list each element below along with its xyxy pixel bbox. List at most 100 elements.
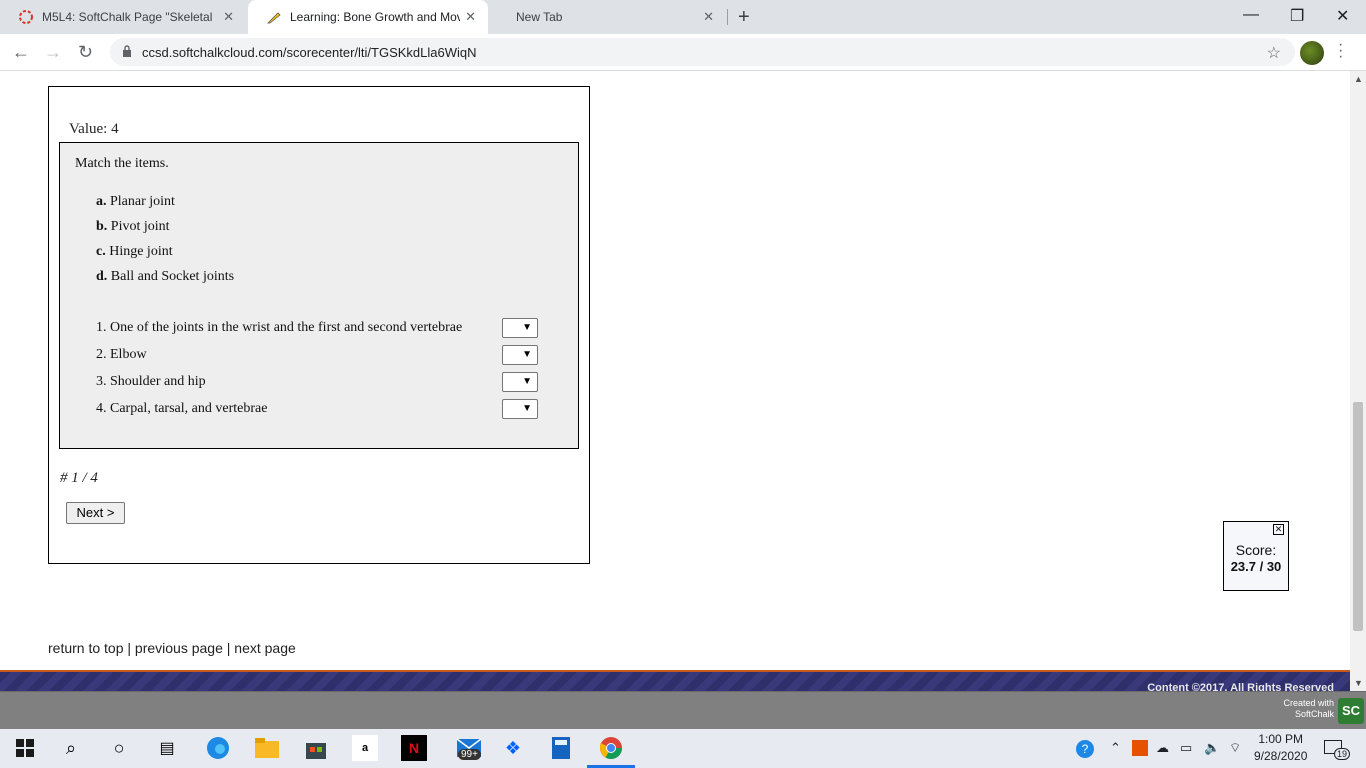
lock-icon (123, 45, 131, 57)
windows-taskbar: ⌕ ○ ▤ a N 99+ ❖ ? ⌃ ☁ ▭ 🔈 ⌔ 1:00 PM 9/28… (0, 729, 1366, 768)
match-label: 1. One of the joints in the wrist and th… (96, 320, 463, 335)
store-icon[interactable] (303, 735, 329, 761)
close-tab-icon[interactable]: ✕ (703, 9, 714, 25)
match-select[interactable]: ▼ (502, 399, 538, 419)
page-content: Value: 4 Match the items. a. Planar join… (0, 71, 1350, 691)
notification-icon[interactable]: 19 (1324, 740, 1351, 760)
choice-text: Ball and Socket joints (110, 269, 235, 284)
window-close-icon[interactable]: ✕ (1336, 6, 1349, 26)
chrome-icon[interactable] (598, 735, 624, 761)
match-row: 2. Elbow ▼ (96, 345, 540, 365)
chevron-up-icon[interactable]: ⌃ (1110, 740, 1121, 756)
match-label: 2. Elbow (96, 347, 147, 362)
scroll-up-icon[interactable]: ▲ (1354, 74, 1363, 84)
windows-start-icon[interactable] (12, 735, 38, 761)
chevron-down-icon: ▼ (522, 376, 532, 387)
scroll-down-icon[interactable]: ▼ (1354, 678, 1363, 688)
amazon-icon[interactable]: a (352, 735, 378, 761)
return-to-top-link[interactable]: return to top (48, 640, 124, 656)
close-tab-icon[interactable]: ✕ (465, 9, 476, 25)
app-tray-icon[interactable] (1132, 740, 1148, 759)
copyright-text: Content ©2017. All Rights Reserved (1147, 682, 1334, 691)
match-row: 4. Carpal, tarsal, and vertebrae ▼ (96, 399, 540, 419)
match-select[interactable]: ▼ (502, 345, 538, 365)
task-view-icon[interactable]: ▤ (154, 735, 180, 761)
choice-letter: c. (96, 244, 106, 259)
footer-band: Content ©2017. All Rights Reserved (0, 670, 1350, 691)
reload-icon[interactable]: ↻ (78, 42, 93, 63)
new-tab-icon[interactable]: + (738, 6, 750, 28)
clock-time: 1:00 PM (1258, 732, 1304, 746)
url-text: ccsd.softchalkcloud.com/scorecenter/lti/… (142, 45, 477, 60)
question-counter: # 1 / 4 (60, 470, 98, 486)
question-instruction: Match the items. (75, 156, 169, 171)
cortana-icon[interactable]: ○ (106, 735, 132, 761)
tab-title: M5L4: SoftChalk Page "Skeletal S (42, 10, 212, 24)
created-with-text: Created with SoftChalk (1283, 698, 1334, 720)
match-label: 4. Carpal, tarsal, and vertebrae (96, 401, 268, 416)
calculator-icon[interactable] (548, 735, 574, 761)
quiz-frame: Value: 4 Match the items. a. Planar join… (48, 86, 590, 564)
tab-new[interactable]: New Tab ✕ (488, 0, 726, 34)
footer-nav: return to top | previous page | next pag… (48, 640, 296, 656)
back-icon[interactable]: ← (12, 42, 30, 63)
close-tab-icon[interactable]: ✕ (223, 9, 234, 25)
previous-page-link[interactable]: previous page (135, 640, 223, 656)
softchalk-footer-bar: Created with SoftChalk SC (0, 691, 1366, 729)
choice-item: c. Hinge joint (96, 244, 173, 260)
choice-item: a. Planar joint (96, 194, 175, 210)
separator: | (127, 640, 132, 656)
forward-icon[interactable]: → (44, 42, 62, 63)
onedrive-icon[interactable]: ☁ (1156, 740, 1169, 756)
help-icon[interactable]: ? (1076, 740, 1094, 758)
tab-learning[interactable]: Learning: Bone Growth and Move ✕ (248, 0, 488, 34)
pencil-icon (267, 12, 281, 24)
chevron-down-icon: ▼ (522, 349, 532, 360)
clock-date: 9/28/2020 (1254, 749, 1308, 763)
choice-item: d. Ball and Socket joints (96, 269, 234, 285)
score-label: Score: (1235, 542, 1277, 558)
match-select[interactable]: ▼ (502, 318, 538, 338)
match-row: 1. One of the joints in the wrist and th… (96, 318, 540, 338)
tab-title: Learning: Bone Growth and Move (290, 10, 460, 24)
restore-icon[interactable]: ❐ (1290, 6, 1304, 26)
dropbox-icon[interactable]: ❖ (500, 735, 526, 761)
wifi-icon[interactable]: ⌔ (1229, 740, 1241, 756)
score-value: 23.7 / 30 (1230, 559, 1282, 574)
tab-softchalk[interactable]: M5L4: SoftChalk Page "Skeletal S ✕ (0, 0, 246, 34)
address-bar[interactable]: ccsd.softchalkcloud.com/scorecenter/lti/… (110, 38, 1295, 66)
minimize-icon[interactable]: — (1243, 6, 1259, 24)
battery-icon[interactable]: ▭ (1180, 740, 1192, 756)
page-scrollbar[interactable]: ▲ ▼ (1350, 71, 1366, 691)
system-clock[interactable]: 1:00 PM 9/28/2020 (1254, 731, 1307, 765)
match-label: 3. Shoulder and hip (96, 374, 206, 389)
edge-icon[interactable] (205, 735, 231, 761)
choice-text: Pivot joint (110, 219, 170, 234)
scroll-thumb[interactable] (1353, 402, 1363, 631)
choice-letter: d. (96, 269, 108, 284)
match-select[interactable]: ▼ (502, 372, 538, 392)
choice-text: Planar joint (110, 194, 175, 209)
chevron-down-icon: ▼ (522, 322, 532, 333)
search-icon[interactable]: ⌕ (58, 735, 84, 761)
menu-kebab-icon[interactable]: · · · (1338, 37, 1343, 65)
mail-icon[interactable]: 99+ (450, 735, 488, 761)
softchalk-logo: SC (1338, 698, 1364, 724)
choice-text: Hinge joint (109, 244, 173, 259)
close-score-icon[interactable]: ✕ (1273, 524, 1284, 535)
browser-toolbar: ← → ↻ ccsd.softchalkcloud.com/scorecente… (0, 34, 1366, 71)
profile-avatar[interactable] (1300, 41, 1324, 65)
chevron-down-icon: ▼ (522, 403, 532, 414)
bookmark-star-icon[interactable]: ☆ (1267, 43, 1281, 63)
netflix-icon[interactable]: N (401, 735, 427, 761)
volume-icon[interactable]: 🔈 (1204, 740, 1220, 756)
choice-item: b. Pivot joint (96, 219, 170, 235)
next-page-link[interactable]: next page (234, 640, 296, 656)
browser-tab-bar: M5L4: SoftChalk Page "Skeletal S ✕ Learn… (0, 0, 1366, 34)
created-line: SoftChalk (1294, 709, 1334, 719)
notification-count: 19 (1334, 748, 1351, 760)
file-explorer-icon[interactable] (254, 735, 280, 761)
separator: | (226, 640, 231, 656)
next-button[interactable]: Next > (66, 502, 125, 524)
mail-badge: 99+ (458, 749, 481, 760)
